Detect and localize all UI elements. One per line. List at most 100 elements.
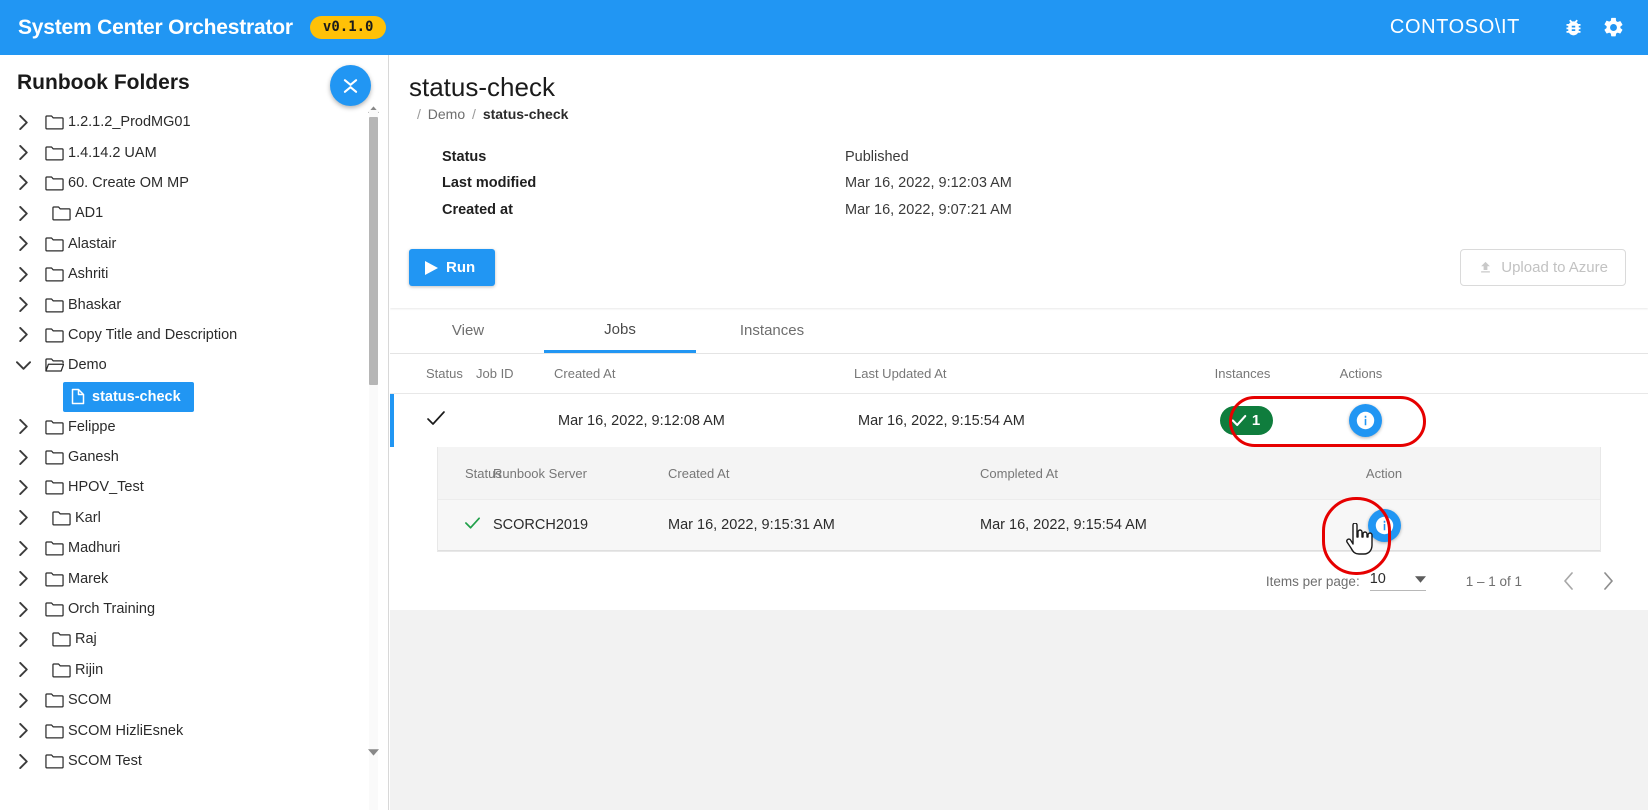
tab-label: Instances: [740, 322, 804, 339]
chevron-right-icon[interactable]: [13, 721, 33, 741]
tree-folder-ganesh[interactable]: Ganesh: [0, 442, 370, 472]
run-button-label: Run: [446, 259, 475, 276]
jobs-table-header: Status Job ID Created At Last Updated At…: [390, 354, 1648, 394]
scroll-down-arrow[interactable]: [367, 745, 380, 758]
tab-view[interactable]: View: [392, 308, 544, 353]
jobs-column-status: Status: [390, 366, 476, 381]
run-button[interactable]: Run: [409, 249, 495, 286]
instances-count-value: 1: [1252, 412, 1260, 429]
folder-icon: [41, 175, 67, 191]
folder-icon: [41, 419, 67, 435]
breadcrumb: / Demo / status-check: [390, 106, 1648, 122]
tree-folder-scom-test[interactable]: SCOM Test: [0, 746, 370, 776]
upload-to-azure-button[interactable]: Upload to Azure: [1460, 249, 1626, 286]
tree-folder-label: Raj: [75, 631, 97, 647]
chevron-down-icon[interactable]: [13, 355, 33, 375]
folder-icon: [48, 631, 74, 647]
tree-folder-1-4-14-2-uam[interactable]: 1.4.14.2 UAM: [0, 137, 370, 167]
tree-folder-label: Demo: [68, 357, 107, 373]
metadata-key: Status: [442, 149, 845, 165]
tree-folder-orch-training[interactable]: Orch Training: [0, 594, 370, 624]
tree-runbook-label: status-check: [92, 389, 181, 405]
chevron-right-icon[interactable]: [1588, 561, 1628, 601]
tree-folder-bhaskar[interactable]: Bhaskar: [0, 289, 370, 319]
collapse-expand-icon[interactable]: [330, 65, 371, 106]
page-title: status-check: [390, 73, 1648, 102]
user-account-label: CONTOSO\IT: [1390, 16, 1520, 39]
sidebar: Runbook Folders 1.2.1.2_ProdMG011.4.14.2…: [0, 55, 389, 810]
chevron-right-icon[interactable]: [13, 751, 33, 771]
tree-folder-rijin[interactable]: Rijin: [0, 655, 370, 685]
chevron-right-icon[interactable]: [13, 538, 33, 558]
tree-folder-hpov-test[interactable]: HPOV_Test: [0, 472, 370, 502]
chevron-down-icon: [1415, 571, 1426, 587]
metadata-value: Mar 16, 2022, 9:07:21 AM: [845, 202, 1012, 218]
chevron-right-icon[interactable]: [13, 660, 33, 680]
folder-icon: [41, 266, 67, 282]
tree-folder-label: HPOV_Test: [68, 479, 144, 495]
chevron-right-icon[interactable]: [13, 569, 33, 589]
tree-folder-copy-title-and-description[interactable]: Copy Title and Description: [0, 320, 370, 350]
tree-folder-alastair[interactable]: Alastair: [0, 229, 370, 259]
tree-folder-1-2-1-2-prodmg01[interactable]: 1.2.1.2_ProdMG01: [0, 107, 370, 137]
tree-folder-60-create-om-mp[interactable]: 60. Create OM MP: [0, 168, 370, 198]
jobs-column-actions: Actions: [1301, 366, 1421, 381]
chevron-right-icon[interactable]: [13, 599, 33, 619]
breadcrumb-folder[interactable]: Demo: [428, 106, 465, 122]
chevron-right-icon[interactable]: [13, 112, 33, 132]
chevron-right-icon[interactable]: [13, 508, 33, 528]
metadata-key: Created at: [442, 202, 845, 218]
chevron-right-icon[interactable]: [13, 325, 33, 345]
tree-folder-scom[interactable]: SCOM: [0, 685, 370, 715]
chevron-right-icon[interactable]: [13, 417, 33, 437]
tree-folder-label: SCOM Test: [68, 753, 142, 769]
tree-folder-ashriti[interactable]: Ashriti: [0, 259, 370, 289]
tree-folder-raj[interactable]: Raj: [0, 624, 370, 654]
metadata-row: Created atMar 16, 2022, 9:07:21 AM: [442, 197, 1648, 224]
tree-folder-karl[interactable]: Karl: [0, 503, 370, 533]
info-icon[interactable]: [1368, 509, 1401, 542]
tab-jobs[interactable]: Jobs: [544, 308, 696, 353]
tree-folder-label: 1.4.14.2 UAM: [68, 145, 157, 161]
table-row[interactable]: SCORCH2019 Mar 16, 2022, 9:15:31 AM Mar …: [438, 499, 1600, 551]
jobs-column-job-id: Job ID: [476, 366, 554, 381]
instances-column-completed: Completed At: [980, 466, 1310, 481]
instances-count-badge[interactable]: 1: [1220, 406, 1273, 435]
chevron-right-icon[interactable]: [13, 447, 33, 467]
tree-folder-label: Ashriti: [68, 266, 108, 282]
folder-icon: [41, 540, 67, 556]
table-row[interactable]: Mar 16, 2022, 9:12:08 AM Mar 16, 2022, 9…: [390, 394, 1648, 447]
info-icon[interactable]: [1349, 404, 1382, 437]
folder-icon: [41, 327, 67, 343]
gear-icon[interactable]: [1596, 11, 1630, 45]
tree-runbook-status-check[interactable]: status-check: [63, 382, 194, 412]
tree-folder-felippe[interactable]: Felippe: [0, 412, 370, 442]
chevron-right-icon[interactable]: [13, 629, 33, 649]
instances-column-status: Status: [438, 466, 493, 481]
check-icon: [1231, 414, 1247, 427]
chevron-right-icon[interactable]: [13, 295, 33, 315]
chevron-right-icon[interactable]: [13, 143, 33, 163]
tree-folder-ad1[interactable]: AD1: [0, 198, 370, 228]
jobs-column-instances: Instances: [1184, 366, 1301, 381]
tree-folder-label: Marek: [68, 571, 108, 587]
chevron-right-icon[interactable]: [13, 173, 33, 193]
folder-icon: [41, 236, 67, 252]
tree-folder-scom-hizliesnek[interactable]: SCOM HizliEsnek: [0, 715, 370, 745]
sidebar-scrollbar-thumb[interactable]: [369, 117, 378, 385]
chevron-left-icon[interactable]: [1548, 561, 1588, 601]
tab-instances[interactable]: Instances: [696, 308, 848, 353]
chevron-right-icon[interactable]: [13, 203, 33, 223]
tree-folder-demo[interactable]: Demo: [0, 350, 370, 380]
tree-folder-marek[interactable]: Marek: [0, 563, 370, 593]
chevron-right-icon[interactable]: [13, 477, 33, 497]
chevron-right-icon[interactable]: [13, 234, 33, 254]
chevron-right-icon[interactable]: [13, 264, 33, 284]
items-per-page-select[interactable]: 10: [1370, 571, 1426, 591]
tree-folder-madhuri[interactable]: Madhuri: [0, 533, 370, 563]
tree-folder-label: Orch Training: [68, 601, 155, 617]
bug-icon[interactable]: [1556, 11, 1590, 45]
chevron-right-icon[interactable]: [13, 690, 33, 710]
main-content: status-check / Demo / status-check Statu…: [390, 55, 1648, 810]
instance-status-icon: [438, 516, 493, 534]
